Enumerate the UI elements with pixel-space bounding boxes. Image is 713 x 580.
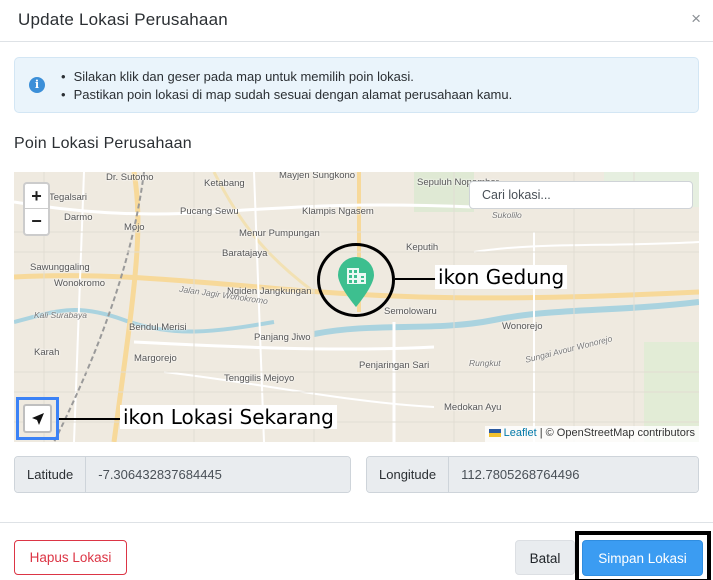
flag-icon <box>488 429 501 438</box>
attribution-text: | © OpenStreetMap contributors <box>539 427 695 439</box>
alert-list: Silakan klik dan geser pada map untuk me… <box>61 68 513 104</box>
cancel-button[interactable]: Batal <box>515 540 575 575</box>
latitude-group: Latitude -7.306432837684445 <box>14 456 351 493</box>
longitude-label: Longitude <box>367 457 450 492</box>
map-label: Penjaringan Sari <box>359 360 430 371</box>
annotation-line <box>395 278 437 280</box>
map-label: Mayjen Sungkono <box>279 172 356 181</box>
save-location-button[interactable]: Simpan Lokasi <box>582 540 703 576</box>
map-label: Sukolilo <box>492 210 522 220</box>
map-label: Tegalsari <box>49 192 88 203</box>
latitude-field[interactable]: -7.306432837684445 <box>86 457 350 492</box>
map-label: Rungkut <box>469 358 501 368</box>
map-label: Bendul Merisi <box>129 322 187 333</box>
info-alert: i Silakan klik dan geser pada map untuk … <box>14 57 699 113</box>
navigation-arrow-icon <box>31 412 44 425</box>
annotation-lokasi: ikon Lokasi Sekarang <box>120 405 337 429</box>
location-search-input[interactable]: Cari lokasi... <box>469 181 693 209</box>
map-label: Baratajaya <box>222 248 268 259</box>
map-label: Mojo <box>124 222 145 233</box>
longitude-group: Longitude 112.7805268764496 <box>366 456 699 493</box>
longitude-field[interactable]: 112.7805268764496 <box>449 457 698 492</box>
map-label: Tenggilis Mejoyo <box>224 373 295 384</box>
map-label: Dr. Sutomo <box>106 172 154 183</box>
map-label: Ketabang <box>204 178 245 189</box>
annotation-line <box>59 418 125 420</box>
map-label: Wonokromo <box>54 278 106 289</box>
locate-highlight <box>16 397 59 440</box>
annotation-gedung: ikon Gedung <box>435 265 568 289</box>
map-label: Karah <box>34 347 60 358</box>
zoom-in-button[interactable]: + <box>25 184 48 209</box>
info-icon: i <box>29 77 45 93</box>
section-title: Poin Lokasi Perusahaan <box>14 135 192 152</box>
modal-footer: Hapus Lokasi Batal Simpan Lokasi <box>0 522 713 580</box>
close-icon[interactable]: × <box>691 9 701 29</box>
alert-line: Silakan klik dan geser pada map untuk me… <box>61 68 512 86</box>
map-label: Medokan Ayu <box>444 402 502 413</box>
modal-title: Update Lokasi Perusahaan <box>18 10 228 29</box>
alert-line: Pastikan poin lokasi di map sudah sesuai… <box>61 86 513 104</box>
latitude-label: Latitude <box>15 457 87 492</box>
delete-location-button[interactable]: Hapus Lokasi <box>14 540 127 575</box>
map-label: Semolowaru <box>384 306 437 317</box>
current-location-button[interactable] <box>23 404 52 433</box>
zoom-out-button[interactable]: − <box>25 209 48 234</box>
map-label: Pucang Sewu <box>180 206 239 217</box>
leaflet-link[interactable]: Leaflet <box>504 427 537 439</box>
map-label: Klampis Ngasem <box>302 206 374 217</box>
modal-header: Update Lokasi Perusahaan × <box>0 0 713 42</box>
map-label: Keputih <box>406 242 439 253</box>
map[interactable]: Dr. Sutomo Ketabang Mayjen Sungkono Tega… <box>14 172 699 442</box>
annotation-circle <box>317 243 395 317</box>
map-label: Wonorejo <box>502 321 543 332</box>
map-label: Panjang Jiwo <box>254 332 311 343</box>
zoom-control: + − <box>23 182 50 236</box>
map-attribution: Leaflet | © OpenStreetMap contributors <box>484 426 699 442</box>
map-label: Sawunggaling <box>30 262 90 273</box>
map-label: Darmo <box>64 212 93 223</box>
map-label: Margorejo <box>134 353 177 364</box>
map-label: Kali Surabaya <box>34 310 87 320</box>
map-label: Menur Pumpungan <box>239 228 320 239</box>
